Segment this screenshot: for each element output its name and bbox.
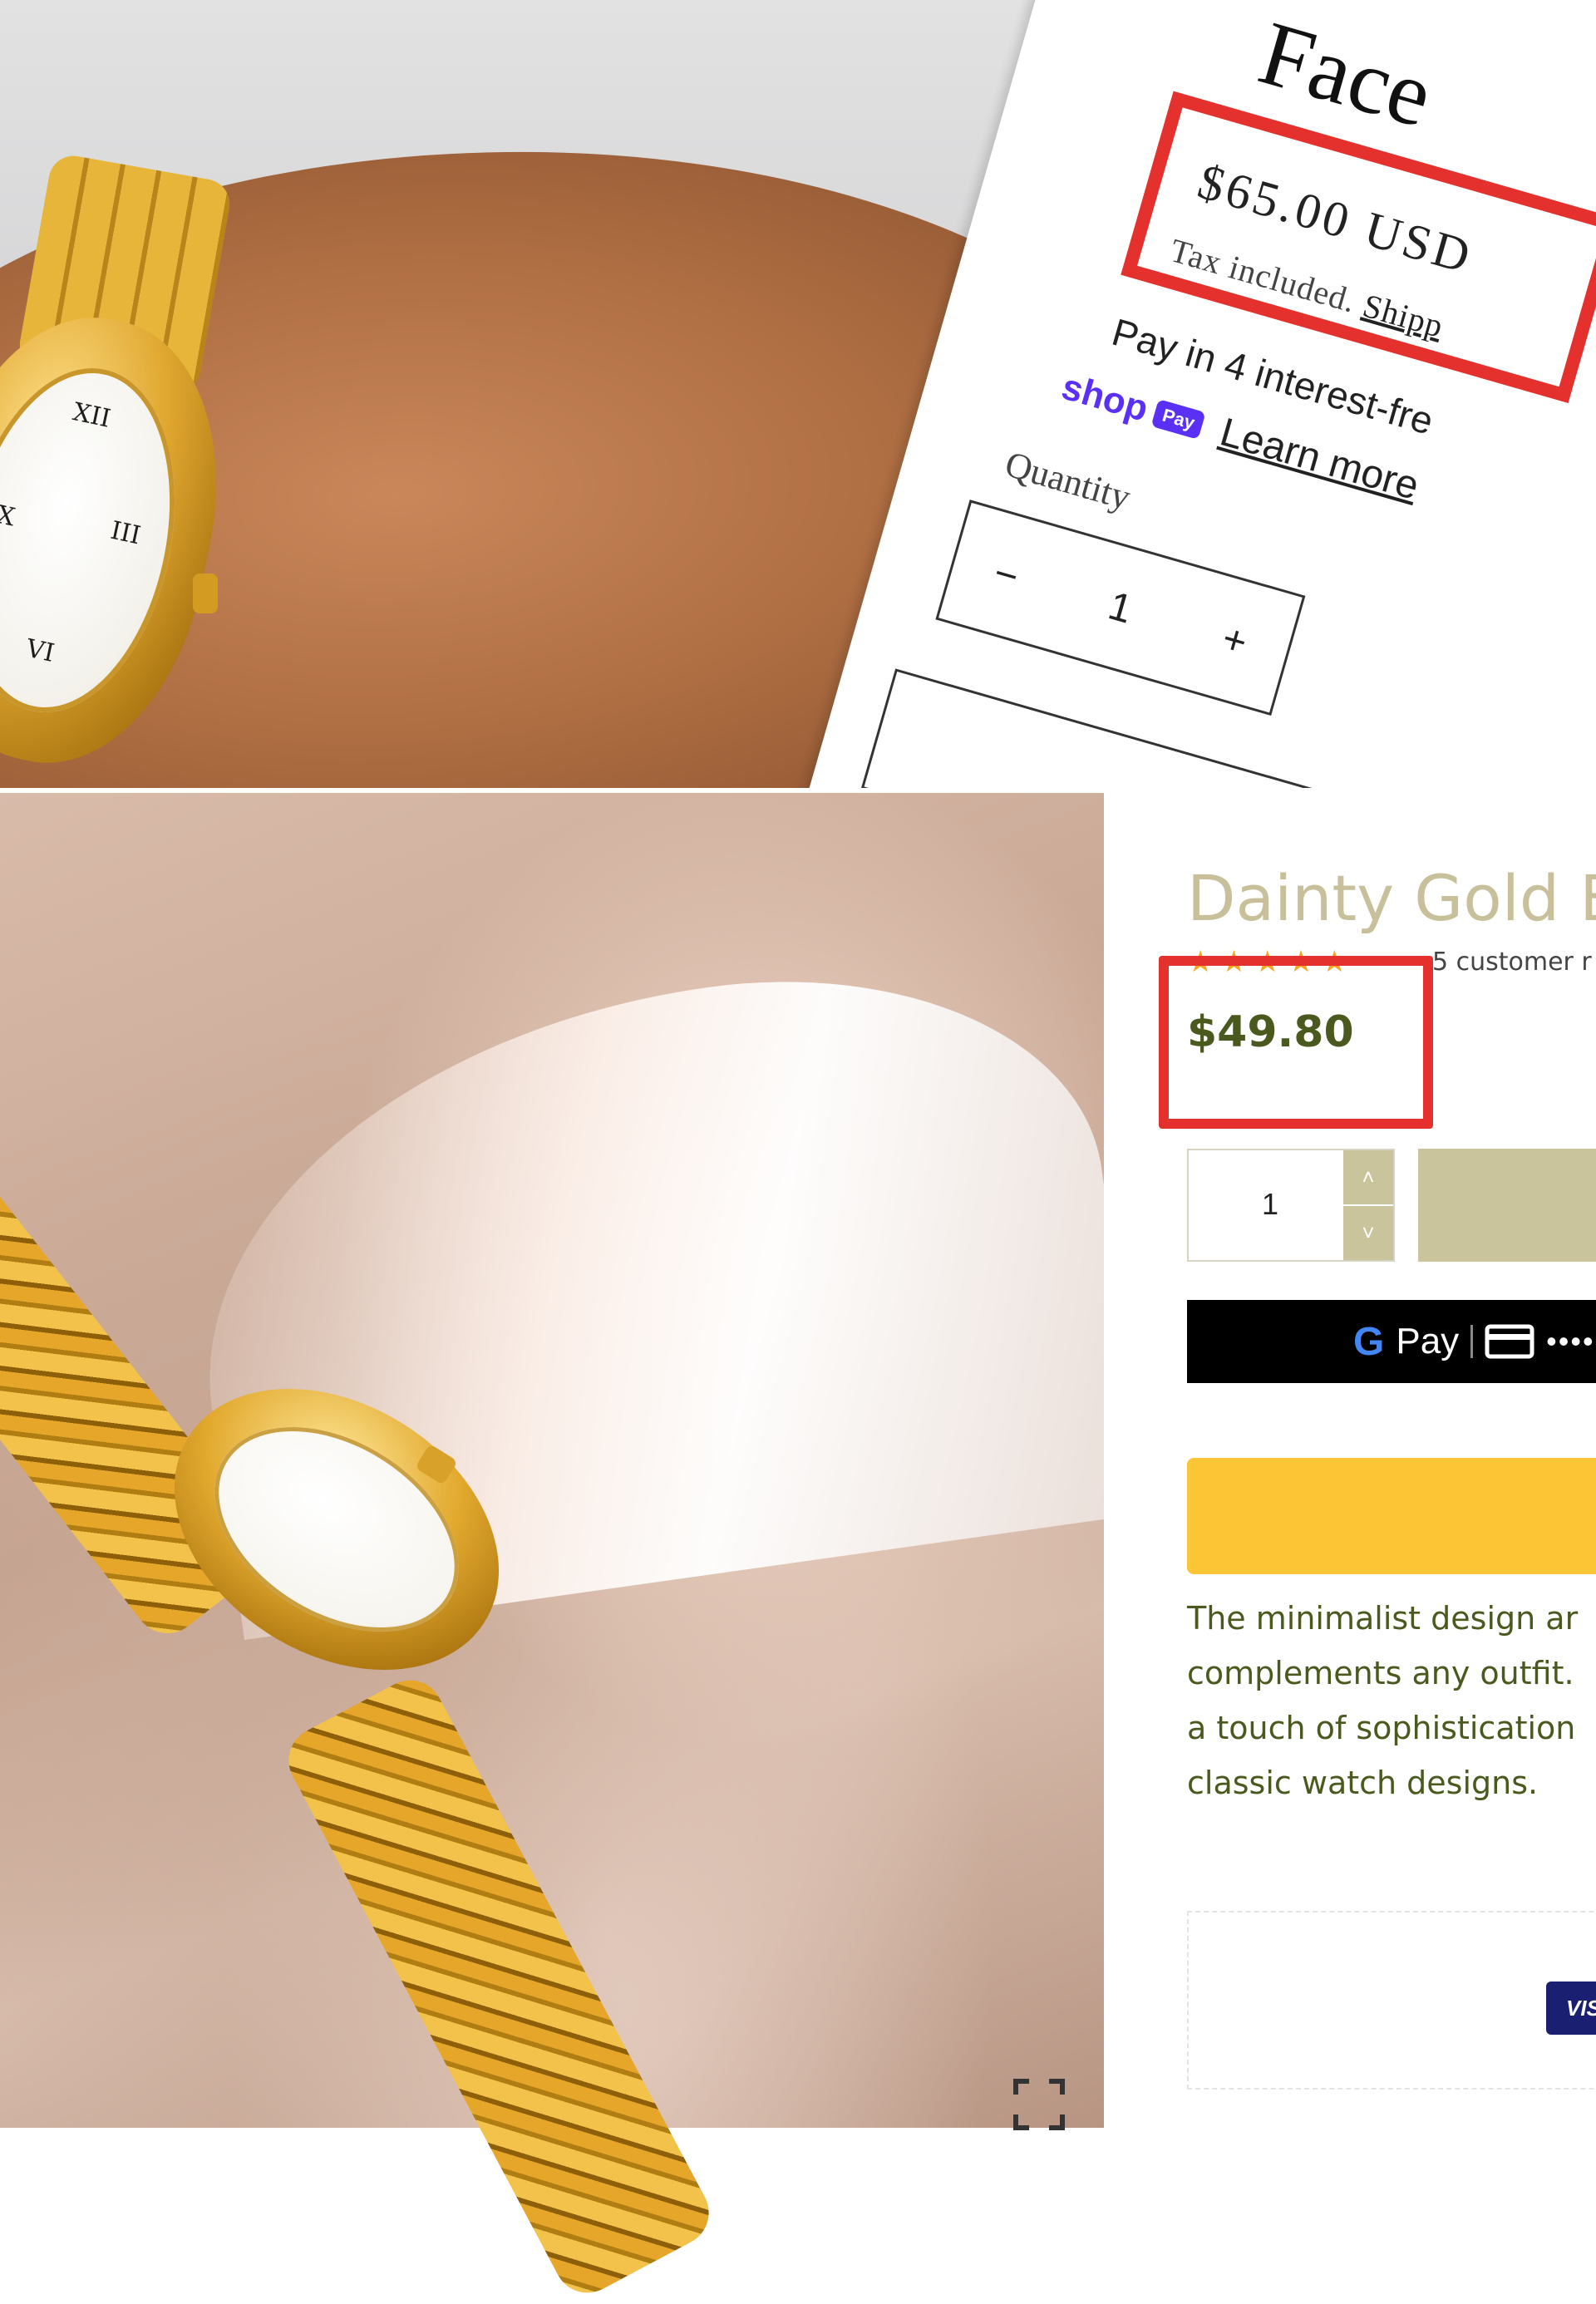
quantity-input[interactable]: 1 ˄ ˅	[1187, 1149, 1395, 1262]
buy-now-button[interactable]	[1187, 1458, 1596, 1574]
product-description: The minimalist design ar complements any…	[1187, 1591, 1596, 1810]
shop-pay-logo: shop	[1057, 366, 1153, 430]
description-line: complements any outfit.	[1187, 1655, 1574, 1691]
payment-methods-box	[1187, 1911, 1596, 2090]
gpay-separator	[1470, 1325, 1474, 1358]
price-highlight-box	[1159, 956, 1433, 1129]
description-line: The minimalist design ar	[1187, 1600, 1579, 1637]
quantity-value[interactable]: 1	[1262, 1187, 1278, 1222]
description-line: a touch of sophistication	[1187, 1710, 1576, 1746]
quantity-spinner[interactable]: ˄ ˅	[1343, 1150, 1393, 1260]
dial-numeral: VI	[23, 633, 57, 668]
minus-button[interactable]: −	[988, 549, 1024, 600]
credit-card-icon	[1485, 1324, 1534, 1359]
product-title: Dainty Gold B	[1187, 861, 1596, 935]
add-to-cart-button[interactable]	[860, 668, 1375, 788]
dial-numeral: IX	[0, 498, 17, 533]
quantity-label: Quantity	[1000, 443, 1135, 518]
card-number-dots: ••••	[1546, 1324, 1595, 1358]
description-line: classic watch designs.	[1187, 1765, 1539, 1801]
fullscreen-icon[interactable]	[1012, 2078, 1066, 2131]
watch-crown	[193, 574, 218, 613]
chevron-down-icon[interactable]: ˅	[1343, 1206, 1393, 1260]
quantity-stepper[interactable]: − 1 +	[935, 500, 1306, 716]
add-to-cart-button[interactable]	[1418, 1149, 1596, 1262]
plus-button[interactable]: +	[1217, 615, 1253, 666]
gpay-label: Pay	[1396, 1321, 1460, 1361]
chevron-up-icon[interactable]: ˄	[1343, 1150, 1393, 1206]
review-count-link[interactable]: 5 customer r	[1432, 948, 1592, 977]
quantity-value[interactable]: 1	[1103, 583, 1137, 633]
dial-numeral: III	[108, 515, 144, 551]
dial-numeral: XII	[70, 397, 114, 434]
visa-icon: VIS	[1546, 1982, 1596, 2035]
product-page-screenshot-bottom: Dainty Gold B ★ ★ ★ ★ ★ 5 customer r $49…	[1104, 793, 1596, 2128]
google-g-logo: G	[1353, 1319, 1385, 1364]
google-pay-button[interactable]: G Pay ••••	[1187, 1300, 1596, 1383]
shop-pay-badge: Pay	[1150, 398, 1206, 440]
top-product-photo-panel: XII III VI IX Face $65.00 USD Tax includ…	[0, 0, 1596, 788]
